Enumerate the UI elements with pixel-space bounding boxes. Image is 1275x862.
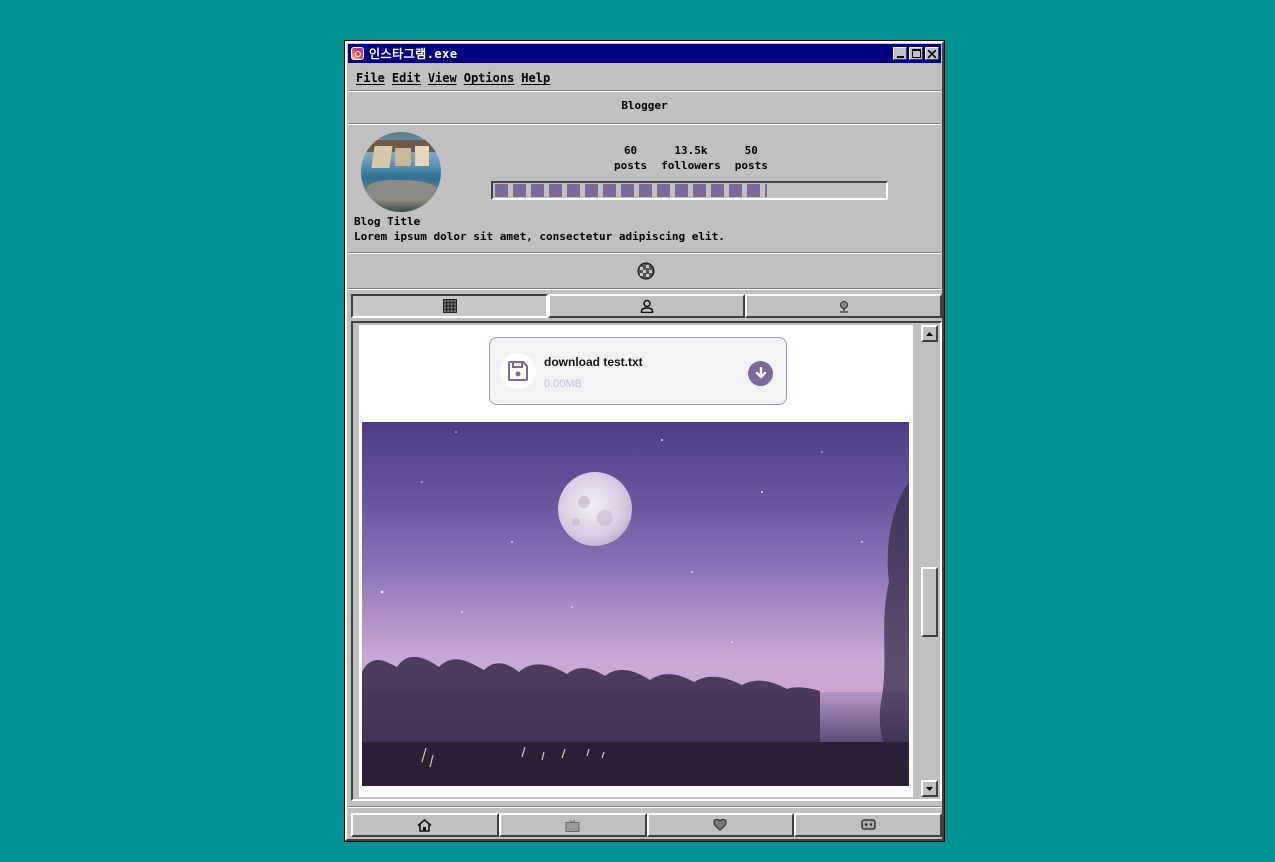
feed-content[interactable]: download test.txt 0.00MB	[359, 325, 913, 797]
menu-file[interactable]: File	[356, 71, 385, 85]
nav-home[interactable]	[351, 813, 499, 837]
title-bar[interactable]: 인스타그램.exe	[348, 44, 941, 63]
minimize-button[interactable]	[893, 47, 907, 60]
heart-icon	[713, 819, 727, 831]
stat-posts[interactable]: 60 posts	[614, 143, 647, 173]
stat-value: 60	[623, 144, 638, 157]
maximize-button[interactable]	[909, 47, 923, 60]
stat-label: posts	[614, 159, 648, 172]
user-icon	[640, 299, 653, 313]
globe-icon[interactable]	[637, 262, 655, 280]
divider	[348, 806, 941, 808]
download-filesize: 0.00MB	[544, 378, 582, 390]
menu-edit[interactable]: Edit	[392, 71, 421, 85]
message-icon	[860, 819, 876, 830]
download-filename: download test.txt	[544, 355, 643, 369]
stat-label: posts	[734, 159, 768, 172]
profile-tabs	[351, 294, 942, 318]
tv-icon	[565, 819, 580, 832]
grid-icon	[442, 299, 457, 313]
minimize-icon	[896, 55, 904, 58]
floppy-disk-icon	[508, 361, 528, 381]
home-icon	[417, 818, 432, 832]
divider	[348, 123, 941, 125]
blog-description: Lorem ipsum dolor sit amet, consectetur …	[354, 230, 725, 243]
triangle-down-icon	[926, 786, 933, 791]
close-icon	[928, 49, 936, 58]
stat-value: 13.5k	[674, 144, 708, 157]
avatar[interactable]	[361, 132, 441, 212]
download-card[interactable]: download test.txt 0.00MB	[489, 337, 787, 405]
scroll-thumb[interactable]	[921, 567, 938, 637]
triangle-up-icon	[926, 331, 933, 336]
nav-tv[interactable]	[498, 813, 647, 837]
progress-bar	[491, 181, 888, 200]
download-button[interactable]	[748, 361, 773, 386]
instagram-icon	[351, 47, 364, 60]
feed-panel[interactable]: download test.txt 0.00MB	[351, 321, 942, 801]
profile-stats: 60 posts 13.5k followers 50 posts	[607, 143, 775, 173]
divider	[348, 90, 941, 92]
nav-likes[interactable]	[646, 813, 795, 837]
location-pin-icon	[839, 300, 848, 313]
app-window: 인스타그램.exe File Edit View Options Help Bl…	[344, 40, 945, 842]
menu-options[interactable]: Options	[464, 71, 515, 85]
post-photo[interactable]	[362, 422, 909, 786]
scroll-down-button[interactable]	[921, 780, 938, 797]
menu-help[interactable]: Help	[521, 71, 550, 85]
close-button[interactable]	[925, 47, 939, 60]
divider	[348, 252, 941, 254]
bottom-nav	[351, 813, 942, 837]
progress-fill	[495, 184, 768, 197]
stat-label: followers	[661, 159, 721, 172]
window-title: 인스타그램.exe	[369, 47, 458, 61]
download-arrow-icon	[755, 367, 766, 379]
page-title: Blogger	[621, 99, 668, 112]
tab-profile[interactable]	[548, 294, 745, 318]
blog-title: Blog Title	[354, 215, 421, 228]
stat-posts-2[interactable]: 50 posts	[735, 143, 768, 173]
tab-grid[interactable]	[351, 294, 548, 318]
nav-messages[interactable]	[794, 813, 942, 837]
tab-location[interactable]	[745, 294, 942, 318]
download-file-icon-wrap	[500, 353, 536, 389]
stat-value: 50	[744, 144, 758, 157]
divider	[348, 288, 941, 290]
stat-followers[interactable]: 13.5k followers	[661, 143, 721, 173]
scroll-up-button[interactable]	[921, 325, 938, 342]
menu-view[interactable]: View	[428, 71, 457, 85]
menu-bar: File Edit View Options Help	[351, 67, 552, 89]
maximize-icon	[911, 49, 921, 58]
vertical-scrollbar[interactable]	[921, 325, 938, 797]
